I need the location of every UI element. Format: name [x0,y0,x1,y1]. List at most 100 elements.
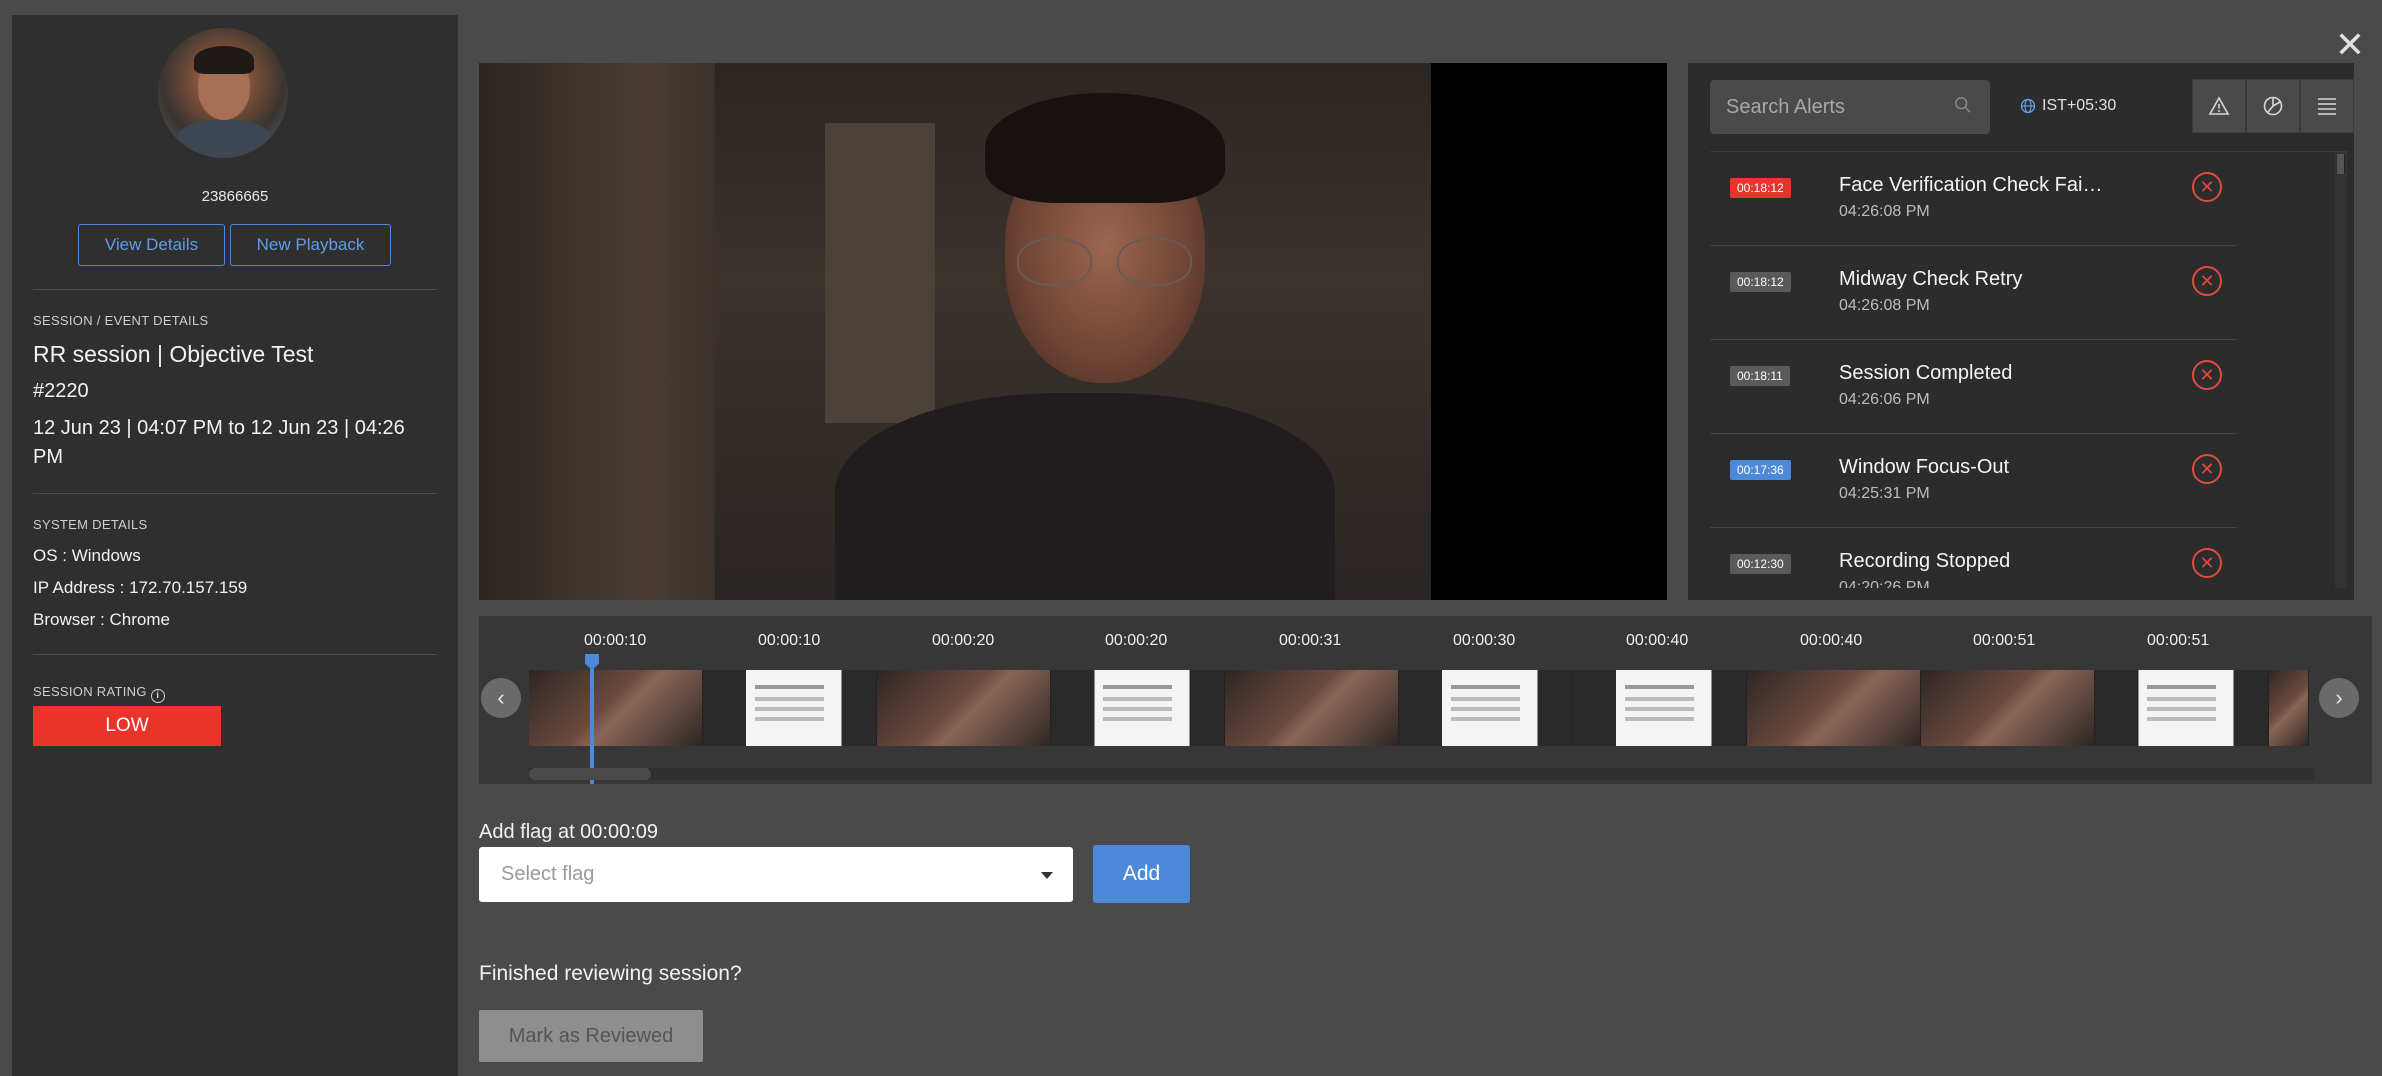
timeline-thumbnail[interactable] [529,670,703,746]
video-frame [715,63,1431,600]
timeline-tick: 00:00:20 [932,632,995,649]
alert-time: 04:26:08 PM [1839,297,1930,314]
alert-item[interactable]: 00:18:11 Session Completed 04:26:06 PM ✕ [1710,340,2237,434]
os-value: OS : Windows [33,546,141,565]
alert-item[interactable]: 00:18:12 Midway Check Retry 04:26:08 PM … [1710,246,2237,340]
alert-time: 04:26:06 PM [1839,391,1930,408]
alert-timestamp: 00:12:30 [1730,554,1791,574]
playhead[interactable] [590,654,594,784]
rating-badge: LOW [33,706,221,746]
dismiss-alert-icon[interactable]: ✕ [2192,454,2222,484]
timeline-tick: 00:00:40 [1626,632,1689,649]
globe-icon [2020,98,2036,114]
warning-filter-button[interactable] [2192,79,2246,133]
ip-value: IP Address : 172.70.157.159 [33,578,248,597]
timeline-next-button[interactable]: › [2319,678,2359,718]
timeline-tick: 00:00:51 [2147,632,2210,649]
alert-title: Midway Check Retry [1839,268,2023,290]
view-details-button[interactable]: View Details [78,224,225,266]
add-flag-button[interactable]: Add [1093,845,1190,903]
alert-item[interactable]: 00:17:36 Window Focus-Out 04:25:31 PM ✕ [1710,434,2237,528]
alert-title: Face Verification Check Fai… [1839,174,2103,196]
alert-timestamp: 00:18:11 [1730,366,1790,386]
video-player[interactable] [479,63,1667,600]
alert-time: 04:20:26 PM [1839,579,1930,588]
new-playback-button[interactable]: New Playback [230,224,391,266]
timeline-thumbnail[interactable] [2095,670,2269,746]
caret-down-icon [1041,872,1053,879]
timeline-scrollbar-thumb[interactable] [529,768,651,780]
alert-time: 04:25:31 PM [1839,485,1930,502]
alert-timestamp: 00:18:12 [1730,272,1791,292]
timeline-tick: 00:00:40 [1800,632,1863,649]
user-id: 23866665 [201,188,269,205]
session-title: RR session | Objective Test [33,341,314,367]
timeline-thumbnail[interactable] [877,670,1051,746]
mark-reviewed-button[interactable]: Mark as Reviewed [479,1010,703,1062]
system-section-label: SYSTEM DETAILS [33,517,148,532]
timeline-thumbnail[interactable] [1573,670,1747,746]
close-icon[interactable]: ✕ [2333,27,2367,63]
session-range: 12 Jun 23 | 04:07 PM to 12 Jun 23 | 04:2… [33,417,405,439]
timezone: IST+05:30 [2020,97,2116,115]
timeline-thumbnails[interactable] [529,670,2314,746]
alert-list-scrollbar[interactable] [2335,152,2347,588]
timeline-scrollbar[interactable] [529,768,2314,780]
modal-top-gap [458,0,2382,15]
list-view-button[interactable] [2300,79,2354,133]
search-icon[interactable] [1954,96,1972,114]
chevron-right-icon: › [2335,685,2343,710]
browser-value: Browser : Chrome [33,610,170,629]
timeline-thumbnail[interactable] [1399,670,1573,746]
session-section-label: SESSION / EVENT DETAILS [33,313,209,328]
dismiss-alert-icon[interactable]: ✕ [2192,266,2222,296]
flag-select[interactable]: Select flag [479,847,1073,902]
timeline-thumbnail[interactable] [2269,670,2309,746]
playback-modal: ✕ 23866665 View Details New Playback SES… [0,0,2382,1076]
search-input[interactable] [1726,95,1946,119]
alert-list[interactable]: 00:18:12 Face Verification Check Fai… 04… [1710,151,2347,588]
alert-title: Window Focus-Out [1839,456,2010,478]
alert-title: Recording Stopped [1839,550,2011,572]
divider [33,654,437,655]
alert-item[interactable]: 00:12:30 Recording Stopped 04:20:26 PM ✕ [1710,528,2237,588]
dismiss-alert-icon[interactable]: ✕ [2192,172,2222,202]
timeline-tick: 00:00:30 [1453,632,1516,649]
timeline-thumbnail[interactable] [1747,670,1921,746]
search-alerts[interactable] [1710,80,1990,134]
rating-label-text: SESSION RATING [33,684,147,699]
alert-title: Session Completed [1839,362,2013,384]
timeline-thumbnail[interactable] [1225,670,1399,746]
timeline[interactable]: 00:00:10 00:00:10 00:00:20 00:00:20 00:0… [479,616,2372,784]
chart-filter-button[interactable] [2246,79,2300,133]
list-icon [2318,98,2336,115]
timeline-tick: 00:00:20 [1105,632,1168,649]
session-range-cont: PM [33,446,63,468]
video-frame-background [479,63,719,600]
timezone-label: IST+05:30 [2042,97,2117,114]
timeline-prev-button[interactable]: ‹ [481,678,521,718]
timeline-tick: 00:00:31 [1279,632,1342,649]
review-question: Finished reviewing session? [479,962,742,985]
alert-item[interactable]: 00:18:12 Face Verification Check Fai… 04… [1710,152,2237,246]
timeline-thumbnail[interactable] [703,670,877,746]
timeline-tick: 00:00:10 [584,632,647,649]
alert-time: 04:26:08 PM [1839,203,1930,220]
dismiss-alert-icon[interactable]: ✕ [2192,360,2222,390]
chart-icon [2263,96,2283,116]
session-number: #2220 [33,380,89,402]
timeline-thumbnail[interactable] [1051,670,1225,746]
rating-section-label: SESSION RATING i [33,684,165,703]
dismiss-alert-icon[interactable]: ✕ [2192,548,2222,578]
info-icon[interactable]: i [150,689,165,703]
divider [33,493,437,494]
chevron-left-icon: ‹ [497,685,505,710]
warning-icon [2208,96,2230,115]
add-flag-label: Add flag at 00:00:09 [479,821,659,843]
alert-timestamp: 00:17:36 [1730,460,1791,480]
divider [33,289,437,290]
alerts-panel: IST+05:30 00:18:12 Face Verification Che… [1688,63,2354,600]
timeline-thumbnail[interactable] [1921,670,2095,746]
avatar [158,28,288,158]
alert-timestamp: 00:18:12 [1730,178,1791,198]
